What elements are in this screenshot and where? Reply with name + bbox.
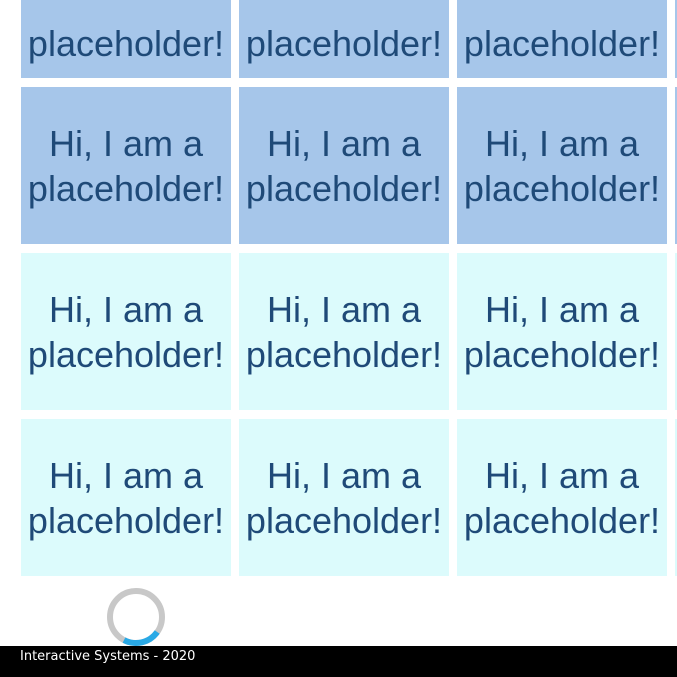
placeholder-tile: Hi, I am a placeholder! [21,87,231,244]
placeholder-tile: placeholder! [21,0,231,78]
placeholder-tile: Hi, I am a placeholder! [457,419,667,576]
tile-line-2: placeholder! [27,167,225,209]
footer: Interactive Systems - 2020 [0,646,677,677]
placeholder-tile: Hi, I am a placeholder! [21,253,231,410]
tile-line-1: Hi, I am a [48,288,204,330]
tile-line-2: placeholder! [245,167,443,209]
tile-line-2: placeholder! [27,333,225,375]
placeholder-tile: placeholder! [457,0,667,78]
tile-line-2: placeholder! [463,167,661,209]
tile-line-2: placeholder! [245,499,443,541]
tile-line-1: Hi, I am a [48,122,204,164]
tile-line-2: placeholder! [245,333,443,375]
tile-line-2: placeholder! [463,499,661,541]
tile-line-1: Hi, I am a [266,288,422,330]
placeholder-tile: Hi, I am a placeholder! [457,87,667,244]
tile-line-2: placeholder! [27,23,225,64]
tile-line-2: placeholder! [463,23,661,64]
placeholder-grid: placeholder! placeholder! placeholder! H… [0,0,677,646]
tile-line-1: Hi, I am a [48,454,204,496]
placeholder-tile: Hi, I am a placeholder! [457,253,667,410]
loading-spinner-icon [106,587,166,647]
tile-line-1: Hi, I am a [484,454,640,496]
tile-line-1: Hi, I am a [266,454,422,496]
footer-text: Interactive Systems - 2020 [20,649,196,664]
placeholder-tile: Hi, I am a placeholder! [21,419,231,576]
placeholder-tile: Hi, I am a placeholder! [239,87,449,244]
tile-line-1: Hi, I am a [266,122,422,164]
tile-line-2: placeholder! [463,333,661,375]
placeholder-tile: Hi, I am a placeholder! [239,419,449,576]
tile-line-1: Hi, I am a [484,122,640,164]
placeholder-tile: Hi, I am a placeholder! [239,253,449,410]
tile-line-2: placeholder! [245,23,443,64]
placeholder-tile: placeholder! [239,0,449,78]
tile-line-1: Hi, I am a [484,288,640,330]
tile-line-2: placeholder! [27,499,225,541]
